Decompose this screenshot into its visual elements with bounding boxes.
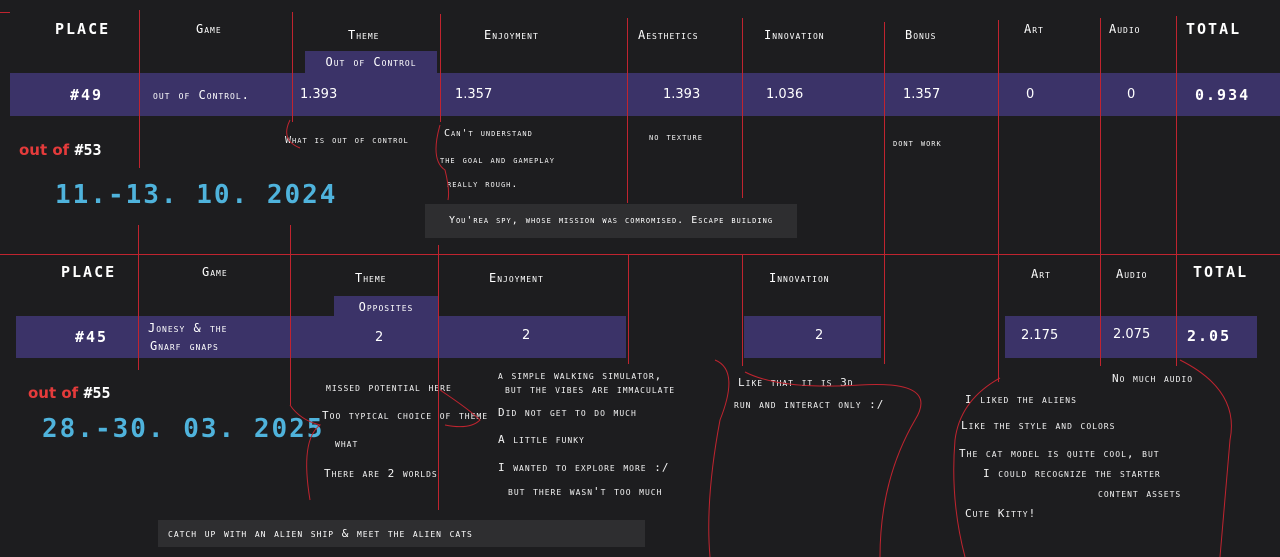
theme-comment: Too typical choice of theme [322, 409, 489, 422]
out-of-count: #55 [83, 384, 111, 402]
data-row-band [744, 316, 881, 358]
aesthetics-score: 1.393 [663, 87, 701, 102]
grid-line [1100, 254, 1101, 366]
audio-score: 0 [1127, 87, 1136, 102]
audio-score: 2.075 [1113, 327, 1151, 342]
art-score: 0 [1026, 87, 1035, 102]
grid-line [998, 20, 999, 254]
out-of: out of #55 [28, 384, 111, 402]
enjoyment-comment: Can't understand [444, 128, 533, 139]
bonus-comment: dont work [893, 138, 942, 149]
enjoyment-comment: the goal and gameplay [440, 155, 555, 166]
header-enjoyment: Enjoyment [484, 28, 539, 42]
enjoyment-comment: but there wasn't too much [508, 485, 663, 498]
theme-comment: missed potential here [326, 381, 452, 394]
enjoyment-comment: but the vibes are immaculate [505, 383, 676, 396]
out-of-count: #53 [74, 141, 102, 159]
enjoyment-comment: I wanted to explore more :/ [498, 461, 670, 474]
header-innovation: Innovation [769, 271, 830, 285]
header-innovation: Innovation [764, 28, 825, 42]
art-score: 2.175 [1021, 328, 1059, 343]
grid-line [998, 254, 999, 382]
innovation-score: 1.036 [766, 87, 804, 102]
theme-name: Opposites [334, 296, 438, 318]
art-comment: The cat model is quite cool, but [959, 447, 1160, 460]
stroke [1179, 359, 1232, 557]
grid-line [884, 22, 885, 254]
header-theme: Theme [348, 28, 380, 42]
grid-line [440, 14, 441, 122]
stroke [708, 359, 730, 557]
grid-line [438, 245, 439, 510]
header-aesthetics: Aesthetics [638, 28, 699, 42]
theme-comment: what [335, 437, 359, 450]
out-of-label: out of [28, 384, 79, 402]
grid-line [742, 254, 743, 366]
enjoyment-score: 1.357 [455, 87, 493, 102]
grid-line [139, 10, 140, 168]
header-game: Game [196, 22, 222, 36]
header-total: TOTAL [1186, 20, 1242, 38]
grid-line [138, 225, 139, 370]
out-of-label: out of [19, 141, 70, 159]
theme-score: 1.393 [300, 87, 338, 102]
grid-line [1176, 16, 1177, 254]
enjoyment-comment: Did not get to do much [498, 406, 637, 419]
jam-date: 28.-30. 03. 2025 [42, 414, 325, 444]
theme-comment: What is out of control [285, 135, 409, 146]
header-total: TOTAL [1193, 263, 1249, 281]
header-theme: Theme [355, 271, 387, 285]
header-place: PLACE [55, 20, 111, 38]
grid-line [292, 12, 293, 122]
grid-line [290, 225, 291, 405]
place-value: #49 [70, 86, 104, 104]
bonus-score: 1.357 [903, 87, 941, 102]
section-divider [0, 254, 1280, 255]
game-description: You'rea spy, whose mission was comromise… [425, 204, 797, 238]
header-game: Game [202, 265, 228, 279]
grid-line [742, 18, 743, 198]
total-score: 2.05 [1187, 327, 1232, 345]
game-name-line1: Jonesy & the [148, 321, 228, 335]
theme-comment: There are 2 worlds [324, 467, 438, 480]
game-description: catch up with an alien ship & meet the a… [158, 520, 645, 547]
total-score: 0.934 [1195, 86, 1251, 104]
art-comment: I liked the aliens [965, 393, 1077, 406]
grid-line [627, 18, 628, 203]
art-comment: content assets [1098, 487, 1182, 500]
header-bonus: Bonus [905, 28, 937, 42]
grid-line [628, 254, 629, 364]
art-comment: I could recognize the starter [983, 467, 1161, 480]
enjoyment-comment: A little funky [498, 433, 585, 446]
game-name-line2: Gnarf gnaps [150, 339, 219, 353]
grid-line [1176, 254, 1177, 366]
enjoyment-comment: a simple walking simulator, [498, 369, 663, 382]
theme-score: 2 [375, 330, 384, 345]
place-value: #45 [75, 328, 109, 346]
header-audio: Audio [1109, 22, 1141, 36]
art-comment: Cute Kitty! [965, 507, 1037, 520]
theme-name: Out of Control [305, 51, 437, 73]
jam-date: 11.-13. 10. 2024 [55, 180, 338, 210]
aesthetics-comment: no texture [649, 132, 703, 143]
innovation-score: 2 [815, 328, 824, 343]
innovation-comment: Like that it is 3d [738, 376, 854, 389]
audio-comment: No much audio [1112, 372, 1194, 385]
header-enjoyment: Enjoyment [489, 271, 544, 285]
header-audio: Audio [1116, 267, 1148, 281]
enjoyment-comment: really rough. [447, 179, 519, 190]
innovation-comment: run and interact only :/ [734, 398, 885, 411]
grid-line [1100, 18, 1101, 254]
out-of: out of #53 [19, 141, 102, 159]
enjoyment-score: 2 [522, 328, 531, 343]
grid-line [884, 254, 885, 364]
header-place: PLACE [61, 263, 117, 281]
game-name: out of Control. [153, 88, 250, 102]
grid-line [0, 12, 10, 13]
header-art: Art [1031, 267, 1051, 281]
header-art: Art [1024, 22, 1044, 36]
art-comment: Like the style and colors [961, 419, 1116, 432]
